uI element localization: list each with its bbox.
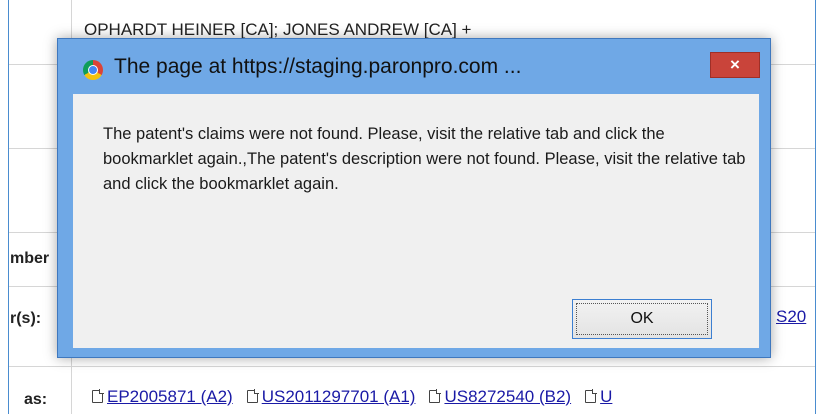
also-published-item[interactable]: US2011297701 (A1) [246, 387, 415, 406]
document-icon [585, 389, 598, 403]
also-published-item[interactable]: EP2005871 (A2) [92, 387, 233, 406]
row-label-applicants: r(s): [10, 310, 42, 327]
row-label-also-published: as: [24, 391, 48, 408]
dialog-message: The patent's claims were not found. Plea… [103, 125, 746, 193]
also-published-list: EP2005871 (A2) US2011297701 (A1) US8272540… [92, 387, 626, 407]
close-button[interactable]: × [710, 52, 760, 78]
document-icon [429, 389, 442, 403]
document-icon [246, 389, 259, 403]
alert-dialog: The page at https://staging.paronpro.com… [57, 38, 771, 358]
row-label-number: mber [10, 250, 50, 267]
row-divider [9, 366, 815, 367]
dialog-title: The page at https://staging.paronpro.com… [114, 55, 522, 78]
ok-button[interactable]: OK [572, 299, 712, 339]
dialog-titlebar[interactable]: The page at https://staging.paronpro.com… [58, 39, 770, 80]
document-icon [92, 389, 104, 403]
applicant-link[interactable]: S20 [776, 307, 806, 327]
inventors-text: OPHARDT HEINER [CA]; JONES ANDREW [CA] + [84, 20, 472, 39]
also-published-item[interactable]: US8272540 (B2) [429, 387, 571, 406]
chrome-icon [83, 60, 103, 80]
also-published-item[interactable]: U [585, 387, 612, 406]
dialog-body: The patent's claims were not found. Plea… [73, 94, 759, 348]
page-frame-right [815, 0, 816, 414]
page-frame-left [8, 0, 9, 414]
